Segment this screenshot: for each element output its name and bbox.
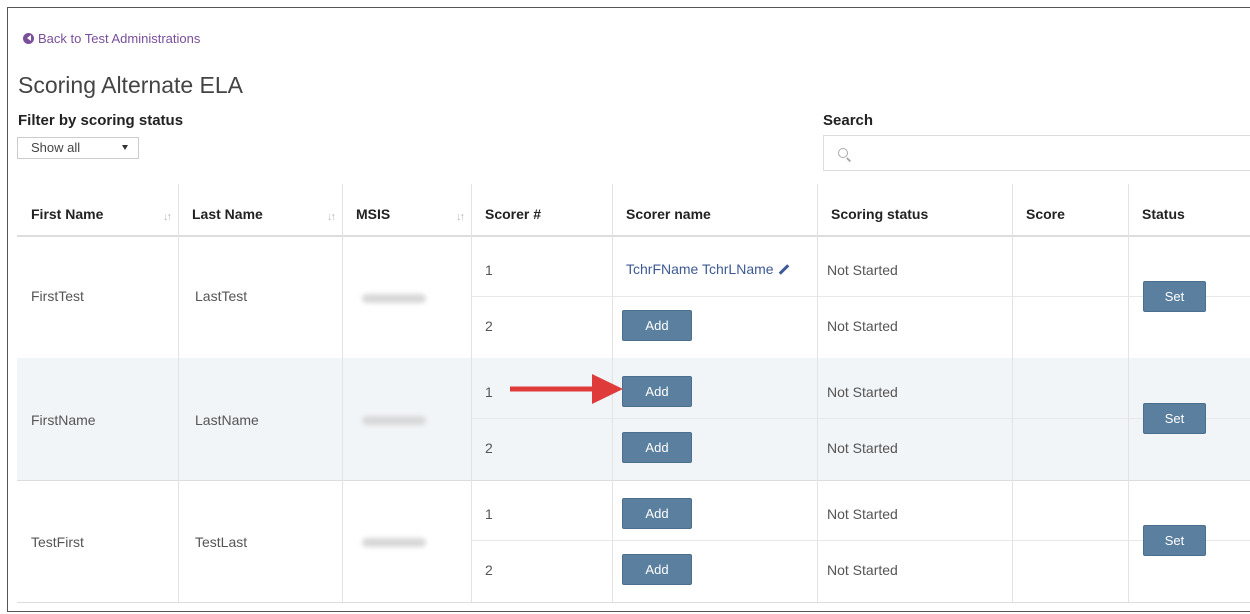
add-scorer-button[interactable]: Add xyxy=(622,498,692,529)
sort-icon: ↓↑ xyxy=(327,211,336,223)
row-divider xyxy=(471,540,1250,541)
last-name-cell: LastTest xyxy=(195,288,248,304)
column-divider xyxy=(342,184,343,602)
set-status-button[interactable]: Set xyxy=(1143,525,1206,556)
caret-down-icon xyxy=(122,145,128,150)
search-label: Search xyxy=(823,112,874,129)
column-header-label: Last Name xyxy=(192,206,263,222)
first-name-cell: FirstTest xyxy=(31,288,84,304)
add-scorer-button[interactable]: Add xyxy=(622,432,692,463)
scorer-number: 1 xyxy=(485,262,493,278)
red-arrow-icon xyxy=(510,374,623,404)
search-icon xyxy=(838,148,848,158)
add-scorer-button[interactable]: Add xyxy=(622,310,692,341)
scorer-name-label: TchrFName TchrLName xyxy=(626,261,774,277)
column-divider xyxy=(1012,184,1013,602)
table-header: First Name ↓↑ Last Name ↓↑ MSIS ↓↑ Score… xyxy=(17,184,1250,237)
column-header-label: Scorer name xyxy=(626,206,711,222)
row-divider xyxy=(471,418,1250,419)
last-name-cell: TestLast xyxy=(195,534,248,550)
page-title: Scoring Alternate ELA xyxy=(18,72,244,98)
sort-icon: ↓↑ xyxy=(456,211,465,223)
scoring-status: Not Started xyxy=(827,384,898,400)
column-header-label: MSIS xyxy=(356,206,391,222)
column-header-scorer-name: Scorer name xyxy=(612,184,817,235)
scoring-status: Not Started xyxy=(827,318,898,334)
first-name-cell: FirstName xyxy=(31,412,96,428)
column-header-label: Scoring status xyxy=(831,206,929,222)
scorer-number: 2 xyxy=(485,440,493,456)
scoring-status: Not Started xyxy=(827,262,898,278)
pencil-edit-icon[interactable] xyxy=(778,263,789,275)
column-header-last-name[interactable]: Last Name ↓↑ xyxy=(178,184,342,235)
column-header-label: Scorer # xyxy=(485,206,542,222)
column-header-score: Score xyxy=(1012,184,1128,235)
set-status-button[interactable]: Set xyxy=(1143,403,1206,434)
column-header-scorer-number: Scorer # xyxy=(471,184,612,235)
filter-selected-value: Show all xyxy=(31,140,81,155)
back-link-label: Back to Test Administrations xyxy=(38,31,201,46)
scoring-status: Not Started xyxy=(827,440,898,456)
filter-select[interactable]: Show all xyxy=(17,137,139,159)
msis-redacted xyxy=(362,294,426,303)
add-scorer-button[interactable]: Add xyxy=(622,554,692,585)
last-name-cell: LastName xyxy=(195,412,259,428)
column-divider xyxy=(1128,184,1129,602)
table-row: FirstTest LastTest 1 TchrFName TchrLName… xyxy=(17,236,1250,359)
scorer-number: 2 xyxy=(485,562,493,578)
row-divider xyxy=(471,296,1250,297)
msis-redacted xyxy=(362,416,426,425)
scorer-number: 1 xyxy=(485,384,493,400)
column-divider xyxy=(178,184,179,602)
column-header-scoring-status: Scoring status xyxy=(817,184,1012,235)
search-input[interactable] xyxy=(823,135,1250,171)
scorer-number: 2 xyxy=(485,318,493,334)
column-header-msis[interactable]: MSIS ↓↑ xyxy=(342,184,471,235)
column-header-status: Status xyxy=(1128,184,1250,235)
sort-icon: ↓↑ xyxy=(163,211,172,223)
scorer-number: 1 xyxy=(485,506,493,522)
scoring-status: Not Started xyxy=(827,562,898,578)
set-status-button[interactable]: Set xyxy=(1143,281,1206,312)
column-header-label: Status xyxy=(1142,206,1185,222)
back-link[interactable]: Back to Test Administrations xyxy=(23,31,200,46)
scoring-status: Not Started xyxy=(827,506,898,522)
column-header-label: First Name xyxy=(31,206,104,222)
add-scorer-button[interactable]: Add xyxy=(622,376,692,407)
filter-label: Filter by scoring status xyxy=(18,112,184,129)
column-header-first-name[interactable]: First Name ↓↑ xyxy=(17,184,178,235)
column-divider xyxy=(817,184,818,602)
first-name-cell: TestFirst xyxy=(31,534,84,550)
table-row: TestFirst TestLast 1 Add Not Started 2 A… xyxy=(17,480,1250,603)
msis-redacted xyxy=(362,538,426,547)
column-header-label: Score xyxy=(1026,206,1065,222)
scorer-name-link[interactable]: TchrFName TchrLName xyxy=(626,261,790,277)
column-divider xyxy=(471,184,472,602)
back-arrow-icon xyxy=(23,33,34,44)
table-row: FirstName LastName 1 Add Not Started 2 A… xyxy=(17,358,1250,481)
